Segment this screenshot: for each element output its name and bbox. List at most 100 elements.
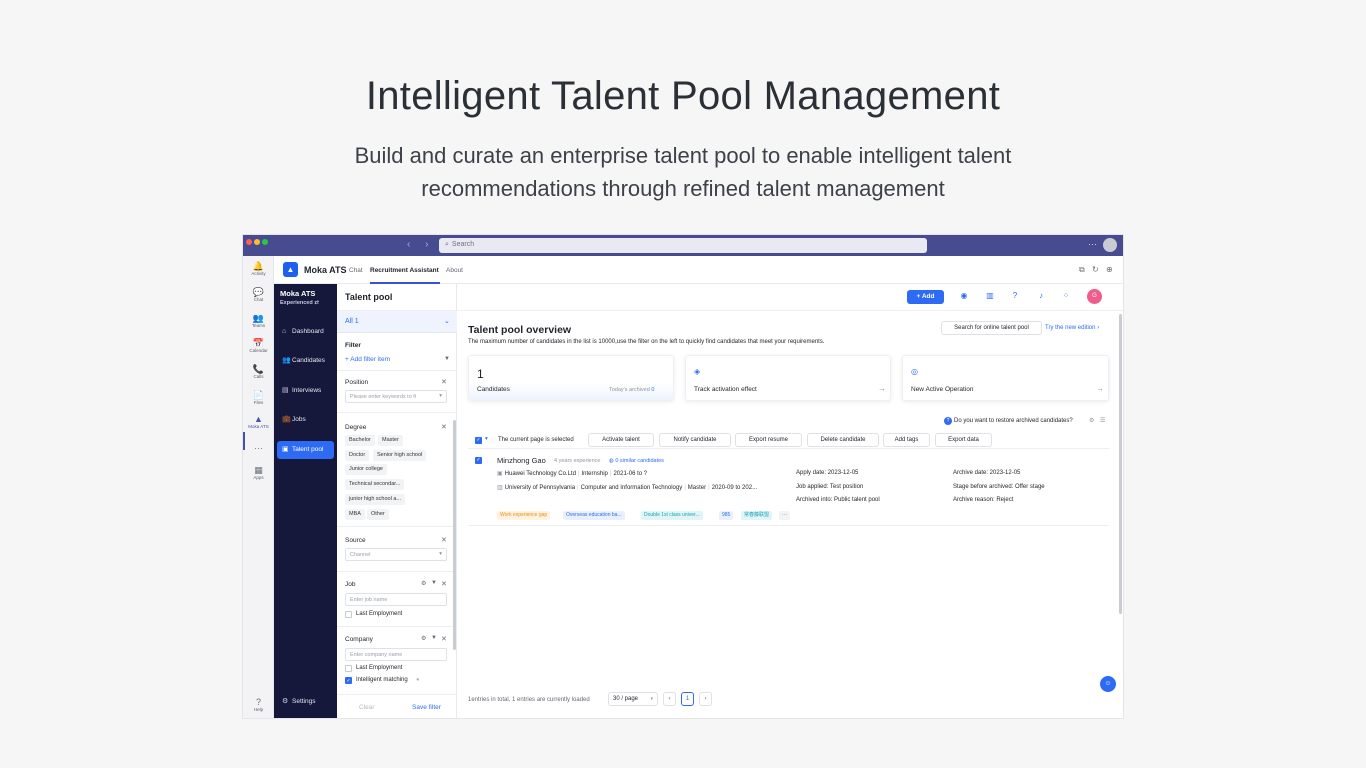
degree-chip[interactable]: junior high school a... (345, 494, 405, 505)
similar-candidates-link[interactable]: ◍ 0 similar candidates (609, 458, 664, 464)
filter-funnel-icon[interactable]: ▼ (444, 356, 450, 362)
save-filter-button[interactable]: Save filter (412, 704, 441, 711)
main-scrollbar[interactable] (1119, 314, 1122, 614)
close-window-button[interactable] (246, 239, 252, 245)
notify-candidate-button[interactable]: Notify candidate (659, 433, 731, 447)
new-active-operation-card[interactable]: ◎ New Active Operation → (902, 355, 1109, 401)
sidebar-item-settings[interactable]: ⚙ Settings (277, 693, 334, 711)
talent-pool-selector[interactable]: All 1 ⌄ (337, 311, 457, 333)
sidebar-item-interviews[interactable]: ▤ Interviews (277, 382, 334, 400)
gear-icon[interactable]: ⚙ (421, 580, 426, 587)
rail-item-calendar[interactable]: 📅 Calendar (243, 338, 274, 353)
remove-company-filter-icon[interactable]: ✕ (441, 635, 447, 643)
user-avatar[interactable] (1103, 238, 1117, 252)
gear-icon[interactable]: ⚙ (421, 635, 426, 642)
sidebar-item-jobs[interactable]: 💼Jobs (277, 411, 334, 429)
globe-icon[interactable]: ⊕ (1106, 265, 1113, 274)
next-page-button[interactable]: › (699, 692, 712, 706)
search-online-talent-pool-button[interactable]: Search for online talent pool (941, 321, 1042, 335)
intelligent-matching-checkbox[interactable]: ✓ (345, 677, 352, 684)
pin-icon[interactable]: ▼ (431, 635, 437, 641)
prev-page-button[interactable]: ‹ (663, 692, 676, 706)
page-size-select[interactable]: 30 / page ▾ (608, 692, 658, 706)
rail-item-calls[interactable]: 📞 Calls (243, 364, 274, 379)
global-search-input[interactable]: ⌕ Search (439, 238, 927, 253)
degree-chip[interactable]: Senior high school (373, 450, 427, 461)
candidate-tag: Work experience gap (497, 511, 551, 520)
restore-archived-link[interactable]: ? Do you want to restore archived candida… (944, 417, 1073, 425)
rail-item-activity[interactable]: 🔔 Activity (243, 261, 274, 276)
rail-item-chat[interactable]: 💬 Chat (243, 287, 274, 302)
add-filter-item-button[interactable]: + Add filter item (345, 356, 390, 363)
degree-chip[interactable]: Master (378, 435, 403, 446)
apps-grid-icon[interactable]: ⁘ (1061, 291, 1071, 301)
info-icon[interactable]: ● (416, 677, 420, 683)
degree-chip[interactable]: Bachelor (345, 435, 375, 446)
chevron-down-icon[interactable]: ▾ (485, 436, 488, 442)
more-tags-button[interactable]: ··· (779, 511, 790, 520)
job-input[interactable]: Enter job name (345, 593, 447, 606)
apps-grid-icon: ▦ (254, 465, 263, 475)
avatar[interactable]: G (1087, 289, 1102, 304)
refresh-icon[interactable]: ↻ (1092, 265, 1099, 274)
rail-item-moka-ats[interactable]: ▲ Moka ATS (243, 414, 274, 429)
table-row[interactable]: ✓ Minzhong Gao 4 years experience ◍ 0 si… (468, 450, 1109, 526)
rail-item-help[interactable]: ? Help (243, 697, 274, 712)
add-tags-button[interactable]: Add tags (883, 433, 930, 447)
page-1-button[interactable]: 1 (681, 692, 694, 706)
row-checkbox[interactable]: ✓ (475, 457, 482, 464)
rail-item-files[interactable]: 📄 Files (243, 390, 274, 405)
degree-chip[interactable]: Junior college (345, 464, 387, 475)
chat-support-icon[interactable]: ☺ (1100, 676, 1116, 692)
degree-chip[interactable]: Technical secondar... (345, 479, 405, 490)
select-all-checkbox[interactable]: ✓ (475, 437, 482, 444)
job-last-employment-checkbox[interactable] (345, 611, 352, 618)
more-icon[interactable]: ··· (1088, 239, 1097, 249)
rail-item-teams[interactable]: 👥 Teams (243, 313, 274, 328)
source-select[interactable]: Channel ▾ (345, 548, 447, 561)
tab-chat[interactable]: Chat (349, 267, 363, 274)
minimize-window-button[interactable] (254, 239, 260, 245)
activate-talent-button[interactable]: Activate talent (588, 433, 654, 447)
track-activation-card[interactable]: ◈ Track activation effect → (685, 355, 891, 401)
list-icon[interactable]: ☰ (1100, 417, 1105, 424)
candidates-card[interactable]: 1 Candidates Today's archived 0 (468, 355, 674, 401)
mode-switch[interactable]: Experienced ⇄ (280, 300, 319, 306)
candidate-name[interactable]: Minzhong Gao (497, 456, 546, 465)
position-input[interactable]: Please enter keywords to fi ▾ (345, 390, 447, 403)
degree-chip[interactable]: MBA (345, 509, 365, 520)
pin-icon[interactable]: ▼ (431, 580, 437, 586)
hero-title: Intelligent Talent Pool Management (365, 74, 1001, 118)
company-last-employment-checkbox[interactable] (345, 665, 352, 672)
tab-about[interactable]: About (446, 267, 463, 274)
help-icon[interactable]: ? (1010, 291, 1020, 301)
add-button[interactable]: + Add (907, 290, 944, 304)
sidebar-item-dashboard[interactable]: ⌂ Dashboard (277, 323, 334, 341)
clear-filter-button[interactable]: Clear (359, 704, 375, 711)
back-forward-icon[interactable]: ‹ › (407, 239, 434, 250)
remove-job-filter-icon[interactable]: ✕ (441, 580, 447, 588)
filter-scrollbar[interactable] (453, 420, 456, 650)
rail-item-more[interactable]: ··· (243, 443, 274, 453)
bell-icon[interactable]: ♪ (1036, 291, 1046, 301)
degree-chip[interactable]: Other (367, 509, 389, 520)
sidebar-item-talent-pool[interactable]: ▣ Talent pool (277, 441, 334, 459)
building-icon[interactable]: ▥ (985, 291, 995, 301)
delete-candidate-button[interactable]: Delete candidate (807, 433, 879, 447)
sidebar-item-candidates[interactable]: 👥Candidates (277, 352, 334, 370)
candidate-tag: Overseas education ba... (563, 511, 625, 520)
remove-position-filter-icon[interactable]: ✕ (441, 378, 447, 386)
export-data-button[interactable]: Export data (935, 433, 992, 447)
remove-degree-filter-icon[interactable]: ✕ (441, 423, 447, 431)
remove-source-filter-icon[interactable]: ✕ (441, 536, 447, 544)
compass-icon[interactable]: ◉ (959, 291, 969, 301)
degree-chip[interactable]: Doctor (345, 450, 370, 461)
rail-item-apps[interactable]: ▦ Apps (243, 465, 274, 480)
popout-icon[interactable]: ⧉ (1079, 265, 1085, 275)
tab-recruitment-assistant[interactable]: Recruitment Assistant (370, 267, 439, 274)
try-new-edition-link[interactable]: Try the new edition › (1045, 325, 1099, 331)
settings-icon[interactable]: ⚙ (1089, 417, 1094, 424)
company-input[interactable]: Enter company name (345, 648, 447, 661)
export-resume-button[interactable]: Export resume (735, 433, 802, 447)
maximize-window-button[interactable] (262, 239, 268, 245)
